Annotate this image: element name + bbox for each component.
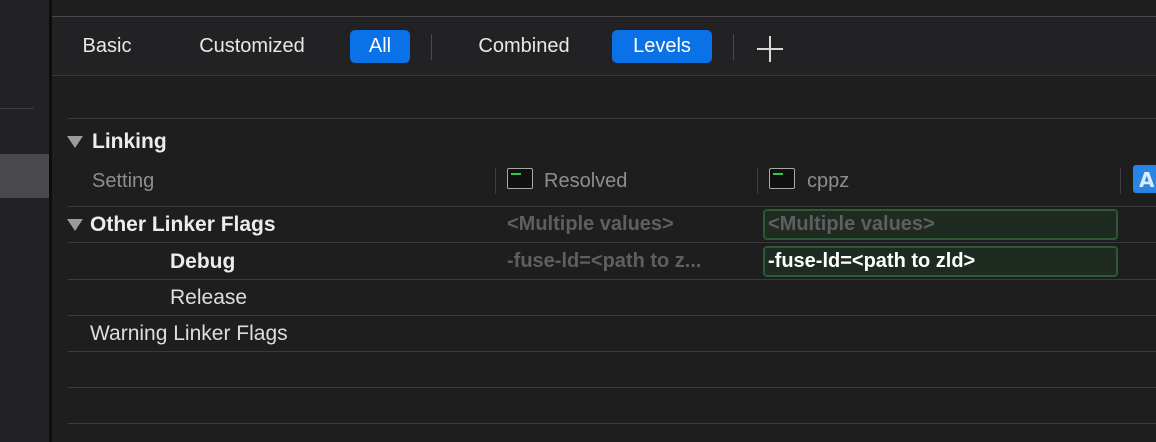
column-header-setting: Setting xyxy=(92,170,155,192)
navigator-pane xyxy=(0,0,49,442)
column-header-target: cppz xyxy=(807,170,850,192)
navigator-separator xyxy=(0,108,34,109)
tab-all[interactable]: All xyxy=(350,30,410,63)
tab-bar-border xyxy=(52,75,1156,76)
target-value[interactable]: <Multiple values> xyxy=(768,213,935,236)
column-divider[interactable] xyxy=(757,168,758,194)
plus-icon[interactable] xyxy=(757,36,783,62)
row-divider xyxy=(68,351,1156,352)
setting-name[interactable]: Debug xyxy=(170,250,235,274)
row-divider xyxy=(68,206,1156,207)
column-divider[interactable] xyxy=(495,168,496,194)
setting-name[interactable]: Warning Linker Flags xyxy=(90,322,288,346)
row-divider xyxy=(68,315,1156,316)
target-value[interactable]: -fuse-ld=<path to zld> xyxy=(768,250,975,273)
disclosure-triangle-icon[interactable] xyxy=(67,136,83,148)
row-divider xyxy=(68,387,1156,388)
tab-levels[interactable]: Levels xyxy=(612,30,712,63)
row-divider xyxy=(68,279,1156,280)
tab-separator xyxy=(431,34,432,60)
column-header-resolved: Resolved xyxy=(544,170,628,192)
tab-separator-2 xyxy=(733,34,734,60)
row-divider xyxy=(68,118,1156,119)
tab-combined[interactable]: Combined xyxy=(462,30,586,63)
setting-name[interactable]: Release xyxy=(170,286,247,310)
tab-customized[interactable]: Customized xyxy=(182,30,322,63)
tab-basic[interactable]: Basic xyxy=(70,30,144,63)
disclosure-triangle-icon[interactable] xyxy=(67,219,83,231)
row-divider xyxy=(68,423,1156,424)
terminal-icon xyxy=(769,168,795,189)
column-divider[interactable] xyxy=(1120,168,1121,194)
navigator-selected-item[interactable] xyxy=(0,154,49,198)
section-title: Linking xyxy=(92,130,167,153)
terminal-icon xyxy=(507,168,533,189)
resolved-value: <Multiple values> xyxy=(507,213,674,235)
row-divider xyxy=(68,242,1156,243)
resolved-value: -fuse-ld=<path to z... xyxy=(507,250,702,272)
app-store-icon xyxy=(1133,165,1156,193)
setting-name[interactable]: Other Linker Flags xyxy=(90,213,276,237)
